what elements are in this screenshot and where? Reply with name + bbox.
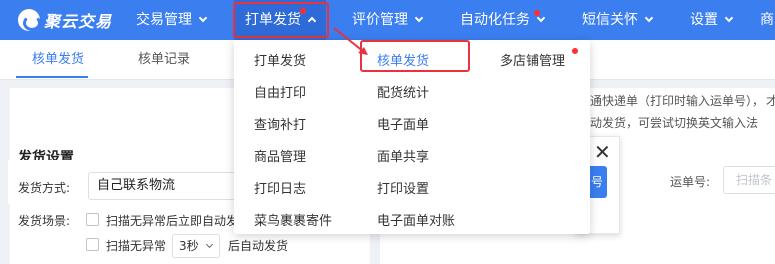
ship-method-select[interactable]: 自己联系物流 xyxy=(88,172,238,200)
nav-label: 评价管理 xyxy=(352,12,408,28)
menu-item-print-log[interactable]: 打印日志 xyxy=(254,178,306,197)
tab-verify-ship[interactable]: 核单发货 xyxy=(32,40,84,80)
menu-item-multi-store[interactable]: 多店铺管理 xyxy=(500,50,565,69)
menu-item-print-ship[interactable]: 打单发货 xyxy=(254,50,306,69)
nav-label: 自动化任务 xyxy=(460,12,530,28)
waybill-label: 运单号: xyxy=(670,175,711,189)
nav-trade-management[interactable]: 交易管理 xyxy=(136,0,208,40)
menu-item-query-reprint[interactable]: 查询补打 xyxy=(254,114,306,133)
ship-method-label: 发货方式: xyxy=(18,181,71,195)
nav-label: 商 xyxy=(760,12,774,28)
chevron-down-icon xyxy=(205,240,214,249)
scene-label: 发货场景: xyxy=(18,214,71,228)
menu-item-waybill-reconcile[interactable]: 电子面单对账 xyxy=(377,210,455,229)
top-nav: 聚云交易 交易管理 打单发货 评价管理 自动化任务 短信关怀 设置 商 xyxy=(0,0,775,40)
menu-item-e-waybill[interactable]: 电子面单 xyxy=(377,114,429,133)
brand-name: 聚云交易 xyxy=(44,12,113,31)
delay-select[interactable]: 3秒 xyxy=(172,234,220,258)
nav-sms-care[interactable]: 短信关怀 xyxy=(582,0,654,40)
delay-ship-checkbox[interactable] xyxy=(86,238,99,251)
auto-ship-label: 扫描无异常后立即自动发 xyxy=(106,214,239,228)
menu-item-allocation-stats[interactable]: 配货统计 xyxy=(377,82,429,101)
menu-item-cainiao-send[interactable]: 菜鸟裹裹寄件 xyxy=(254,210,332,229)
chevron-down-icon xyxy=(414,13,424,23)
nav-label: 短信关怀 xyxy=(582,12,638,28)
chevron-down-icon xyxy=(724,13,734,23)
chevron-down-icon xyxy=(644,13,654,23)
menu-item-waybill-share[interactable]: 面单共享 xyxy=(377,146,429,165)
notification-dot xyxy=(572,48,578,54)
highlight-box xyxy=(233,2,329,38)
hint-text-2: 动发货，可尝试切换英文输入法 xyxy=(590,116,759,130)
menu-item-product-management[interactable]: 商品管理 xyxy=(254,146,306,165)
nav-label: 交易管理 xyxy=(136,12,192,28)
nav-automation-tasks[interactable]: 自动化任务 xyxy=(460,0,546,40)
hint-text-1-tail: 才 xyxy=(766,94,775,108)
chevron-down-icon xyxy=(198,13,208,23)
tab-verify-records[interactable]: 核单记录 xyxy=(138,40,190,80)
menu-item-print-settings[interactable]: 打印设置 xyxy=(377,178,429,197)
menu-item-free-print[interactable]: 自由打印 xyxy=(254,82,306,101)
waybill-input[interactable]: 扫描条 xyxy=(723,166,775,194)
hint-text-1: 通快递单（打印时输入运单号）， xyxy=(590,94,765,108)
nav-review-management[interactable]: 评价管理 xyxy=(352,0,424,40)
active-tab-indicator xyxy=(16,76,88,78)
highlight-box xyxy=(360,40,470,72)
delay-value: 3秒 xyxy=(179,239,199,253)
nav-more[interactable]: 商 xyxy=(760,0,774,40)
nav-label: 设置 xyxy=(690,12,718,28)
delay-ship-suffix: 后自动发货 xyxy=(228,239,289,253)
brand-logo[interactable]: 聚云交易 xyxy=(18,9,112,31)
auto-ship-checkbox[interactable] xyxy=(86,213,99,226)
close-icon[interactable]: ✕ xyxy=(594,142,611,162)
logo-icon xyxy=(18,9,41,31)
delay-ship-prefix: 扫描无异常 xyxy=(106,239,167,253)
nav-settings[interactable]: 设置 xyxy=(690,0,734,40)
notification-dot xyxy=(534,10,540,16)
